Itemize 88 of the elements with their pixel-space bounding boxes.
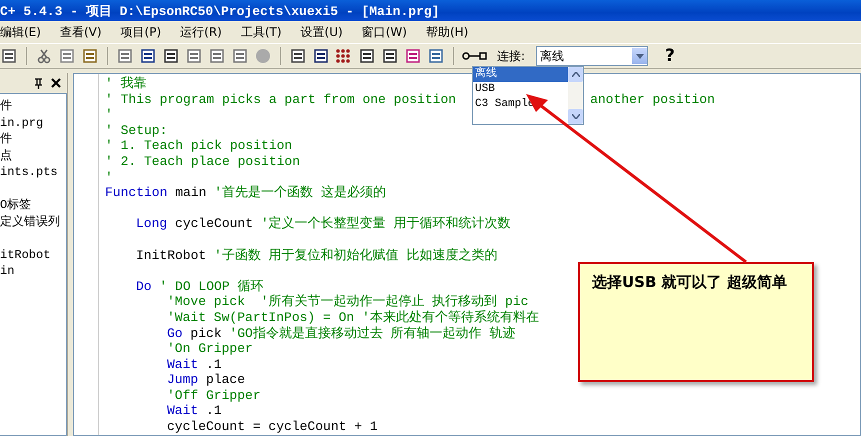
toolbar-icon [336,48,352,64]
tree-item[interactable]: 点 [0,148,66,164]
toolbar-button[interactable] [139,47,157,65]
toolbar-icon [82,48,98,64]
code-comment: ' 1. Teach pick position [105,138,292,154]
toolbar-icon [428,48,444,64]
tree-item[interactable]: in.prg [0,114,66,131]
code-comment: ' 我靠 [105,76,147,92]
callout-text: 选择USB 就可以了 超级简单 [592,273,787,291]
tree-item[interactable]: 定义错误列 [0,214,66,230]
code-keyword: Function [105,185,168,201]
toolbar-icon [382,48,398,64]
help-button[interactable]: ? [665,46,675,66]
menu-item[interactable]: 查看(V) [60,24,111,40]
code-text: cycleCount [174,216,254,232]
caret-icon [636,54,644,58]
tree-item[interactable]: 件 [0,98,66,114]
code-comment: 'GO指令就是直接移动过去 所有轴一起动作 轨迹 [229,326,516,342]
tree-item[interactable]: in [0,263,66,280]
code-comment: '子函数 用于复位和初始化赋值 比如速度之类的 [214,248,498,264]
toolbar-button[interactable] [404,47,422,65]
code-comment: ' [105,107,113,123]
code-comment: 'Off Gripper [167,388,261,404]
scroll-down-button[interactable] [568,109,583,124]
toolbar-icon [59,48,75,64]
scroll-up-button[interactable] [568,67,583,82]
pin-icon[interactable] [34,78,43,88]
toolbar-icon [232,48,248,64]
stop-icon [255,48,271,64]
toolbar-icon [313,48,329,64]
list-option[interactable]: 离线 [473,67,568,82]
code-comment: 'On Gripper [167,341,253,357]
code-comment: ' [105,170,113,186]
code-text: cycleCount = cycleCount + 1 [167,419,378,435]
code-keyword: Long [136,216,168,232]
tree-item[interactable]: O标签 [0,197,66,214]
toolbar-icon [290,48,306,64]
code-keyword: Do [136,278,152,294]
code-text: .1 [205,403,222,420]
toolbar-button[interactable] [427,47,445,65]
menu-item[interactable]: 窗口(W) [362,24,416,40]
scissors-icon [36,48,52,64]
code-comment: 'Wait Sw(PartInPos) = On '本来此处有个等待系统有料在 [167,310,539,326]
toolbar-button[interactable] [381,47,399,65]
list-option[interactable]: USB [473,82,568,97]
tree-item[interactable]: 件 [0,131,66,148]
code-text: InitRobot [136,248,208,264]
menu-item[interactable]: 设置(U) [300,24,352,40]
menu-item[interactable]: 工具(T) [240,24,291,40]
code-comment: another position [590,92,715,108]
code-text: .1 [205,356,222,372]
toolbar-icon [186,48,202,64]
code-comment: '定义一个长整型变量 用于循环和统计次数 [260,216,510,232]
toolbar-icon [209,48,225,64]
toolbar-button[interactable] [358,47,376,65]
tree-item[interactable]: itRobot [0,246,66,263]
connection-label: 连接: [497,48,526,64]
toolbar-button[interactable] [312,47,330,65]
code-text: pick [189,326,223,342]
code-keyword: Jump [167,372,198,388]
code-comment: ' This program picks a part from one position [105,92,456,108]
menu-item[interactable]: 项目(P) [120,24,170,40]
close-icon[interactable] [51,78,61,88]
code-keyword: Wait [167,403,198,420]
code-comment: 'Move pick '所有关节一起动作一起停止 执行移动到 pic [167,294,528,310]
code-comment: ' Setup: [105,122,168,138]
toolbar-icon [359,48,375,64]
menu-item[interactable]: 编辑(E) [0,24,50,40]
connection-dropdown[interactable]: 离线 [536,46,648,66]
code-text: main [174,185,208,201]
chevron-up-icon [572,72,580,77]
chevron-down-icon [572,114,580,119]
code-keyword: Go [167,326,183,342]
toolbar-button[interactable] [289,47,307,65]
menu-item[interactable]: 帮助(H) [426,24,478,40]
tree-item[interactable]: ints.pts [0,164,66,180]
window-title: C+ 5.4.3 - 项目 D:\EpsonRC50\Projects\xuexi5 - [Main.prg] [0,2,440,20]
code-comment: ' 2. Teach place position [105,154,300,170]
toolbar-icon [405,48,421,64]
toolbar-button[interactable] [335,47,353,65]
code-comment: '首先是一个函数 这是必须的 [214,185,386,201]
code-keyword: Wait [167,356,198,372]
code-comment: ' DO LOOP 循环 [158,278,264,294]
code-text: place [205,372,246,388]
toolbar-icon [117,48,133,64]
menu-item[interactable]: 运行(R) [180,24,231,40]
toolbar-icon [140,48,156,64]
connector-icon [462,51,488,61]
